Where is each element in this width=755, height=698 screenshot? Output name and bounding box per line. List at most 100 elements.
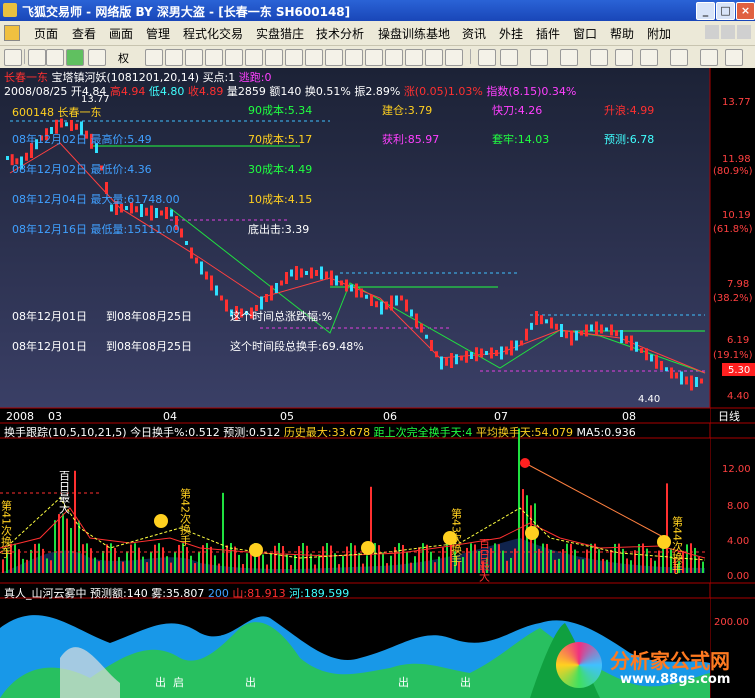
chart-tool-12-icon[interactable]: [365, 49, 383, 66]
turnover-bar: [558, 558, 560, 573]
draw-grid-icon[interactable]: [670, 49, 688, 66]
menu-screen[interactable]: 画面: [109, 25, 133, 42]
close-button[interactable]: ×: [736, 2, 755, 20]
turnover-bar: [58, 514, 60, 573]
menu-page[interactable]: 页面: [34, 25, 58, 42]
minimize-button[interactable]: _: [696, 2, 715, 20]
mdi-close-icon[interactable]: [737, 25, 751, 39]
chart-tool-13-icon[interactable]: [385, 49, 403, 66]
chart-tool-3-icon[interactable]: [185, 49, 203, 66]
candle: [225, 299, 228, 312]
cloud-title[interactable]: 真人_山河云雾中: [4, 587, 87, 600]
turnover-bar: [46, 558, 48, 573]
candle: [425, 334, 428, 339]
cursor-icon[interactable]: [28, 49, 46, 66]
chart-tool-1-icon[interactable]: [145, 49, 163, 66]
menu-hunt[interactable]: 实盘猎庄: [256, 25, 304, 42]
turnover-bar: [178, 544, 180, 573]
turnover-bar: [554, 559, 556, 573]
chart-tool-4-icon[interactable]: [205, 49, 223, 66]
turnover-bar: [22, 558, 24, 573]
rights-dropdown[interactable]: 权: [118, 50, 129, 66]
menu-app-icon[interactable]: [4, 25, 20, 41]
candle: [525, 328, 528, 341]
menu-manage[interactable]: 管理: [146, 25, 170, 42]
menu-extra[interactable]: 附加: [647, 25, 671, 42]
chart-tool-2-icon[interactable]: [165, 49, 183, 66]
menu-tech-analysis[interactable]: 技术分析: [316, 25, 364, 42]
candle: [280, 280, 283, 286]
candle: [400, 295, 403, 301]
star-icon: [520, 458, 530, 468]
candle: [560, 324, 563, 337]
arrow-lr-icon[interactable]: [88, 49, 106, 66]
turnover-bar: [94, 557, 96, 573]
candle: [185, 241, 188, 245]
chart-tool-15-icon[interactable]: [425, 49, 443, 66]
candle: [215, 285, 218, 296]
move-icon[interactable]: [66, 49, 84, 66]
candle: [665, 367, 668, 372]
chart-tool-9-icon[interactable]: [305, 49, 323, 66]
candle: [300, 268, 303, 278]
chart-tool-8-icon[interactable]: [285, 49, 303, 66]
chart-tool-5-icon[interactable]: [225, 49, 243, 66]
candle: [195, 257, 198, 264]
turnover-bar: [14, 543, 16, 573]
chart-tool-10-icon[interactable]: [325, 49, 343, 66]
draw-ellipse-icon[interactable]: [725, 49, 743, 66]
candle: [460, 355, 463, 361]
smiley-icon: [249, 543, 263, 557]
candle: [455, 354, 458, 365]
draw-channel-icon[interactable]: [560, 49, 578, 66]
pointer-tool-icon[interactable]: [4, 49, 22, 66]
candle: [645, 348, 648, 361]
chart-tool-11-icon[interactable]: [345, 49, 363, 66]
menu-help[interactable]: 帮助: [610, 25, 634, 42]
turnover-bar: [102, 550, 104, 573]
maximize-button[interactable]: □: [716, 2, 735, 20]
draw-bars-icon[interactable]: [590, 49, 608, 66]
rsi-icon[interactable]: [46, 49, 64, 66]
smiley-icon: [154, 514, 168, 528]
turnover-bar: [106, 544, 108, 573]
candle: [520, 340, 523, 346]
draw-line-icon[interactable]: [500, 49, 518, 66]
chart-tool-16-icon[interactable]: [445, 49, 463, 66]
menu-info[interactable]: 资讯: [462, 25, 486, 42]
turnover-bar: [582, 559, 584, 573]
turnover-header: 换手跟踪(10,5,10,21,5) 今日换手%:0.512 预测:0.512 …: [4, 424, 636, 440]
turnover-bar: [510, 557, 512, 573]
menu-plugins[interactable]: 插件: [536, 25, 560, 42]
candle: [190, 247, 193, 259]
turnover-bar: [82, 544, 84, 573]
smiley-icon: [657, 535, 671, 549]
turnover-bar: [50, 560, 52, 573]
draw-fan-icon[interactable]: [615, 49, 633, 66]
chart-tool-6-icon[interactable]: [245, 49, 263, 66]
draw-hline-icon[interactable]: [530, 49, 548, 66]
candle: [180, 228, 183, 238]
draw-fib-icon[interactable]: [640, 49, 658, 66]
turnover-bar: [562, 549, 564, 573]
turnover-bar: [358, 552, 360, 573]
menu-program-trade[interactable]: 程式化交易: [183, 25, 243, 42]
chart-tool-7-icon[interactable]: [265, 49, 283, 66]
info-quick: 快刀:4.26: [492, 104, 543, 117]
turnover-title[interactable]: 换手跟踪(10,5,10,21,5): [4, 426, 127, 439]
info-profit: 获利:85.97: [382, 133, 440, 146]
chart-tool-14-icon[interactable]: [405, 49, 423, 66]
menu-training[interactable]: 操盘训练基地: [378, 25, 450, 42]
turnover-bar: [262, 554, 264, 573]
draw-rect-icon[interactable]: [700, 49, 718, 66]
menu-plugin-ext[interactable]: 外挂: [499, 25, 523, 42]
turnover-bar: [326, 543, 328, 573]
turnover-bar: [378, 545, 380, 573]
menu-view[interactable]: 查看: [72, 25, 96, 42]
candle: [210, 275, 213, 291]
turnover-bar: [502, 550, 504, 573]
draw-pointer-icon[interactable]: [478, 49, 496, 66]
mdi-restore-icon[interactable]: [721, 25, 735, 39]
mdi-min-icon[interactable]: [705, 25, 719, 39]
menu-window[interactable]: 窗口: [573, 25, 597, 42]
